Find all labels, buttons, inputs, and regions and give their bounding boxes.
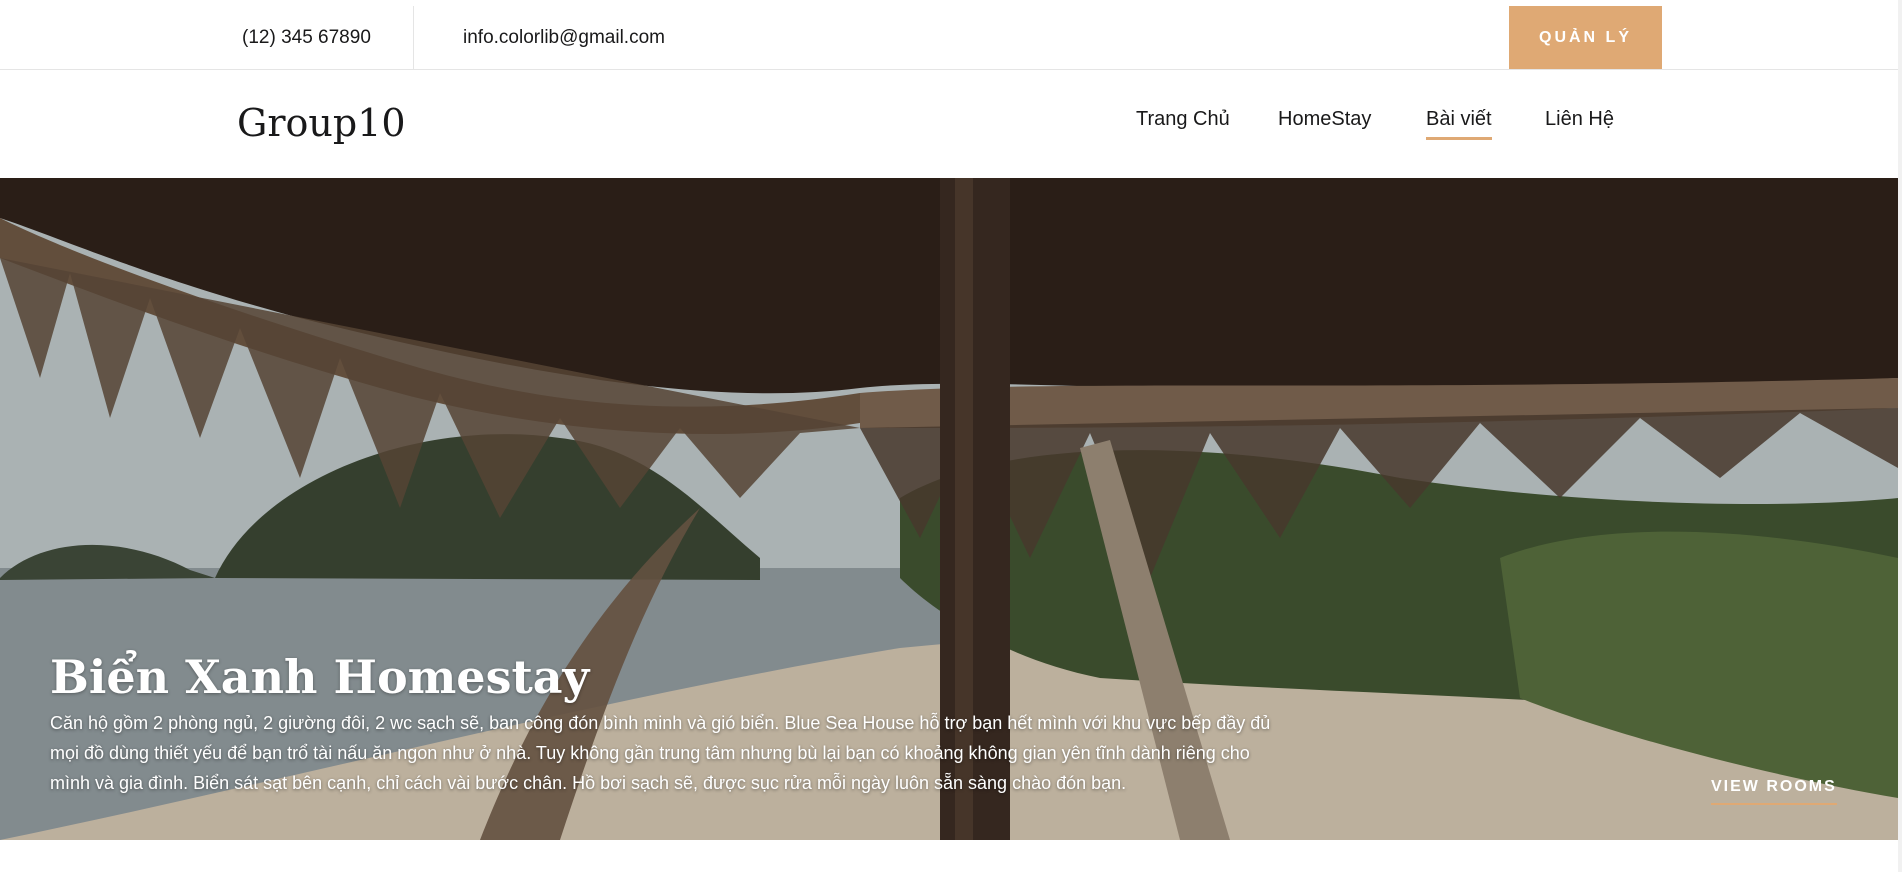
site-logo[interactable]: Group10: [237, 101, 406, 145]
nav-item-homestay[interactable]: HomeStay: [1278, 108, 1371, 137]
phone-number: (12) 345 67890: [242, 27, 371, 48]
top-divider: [413, 6, 414, 69]
manage-button[interactable]: QUẢN LÝ: [1509, 6, 1662, 69]
nav-item-posts[interactable]: Bài viết: [1426, 108, 1492, 140]
hero-banner: Biển Xanh Homestay Căn hộ gồm 2 phòng ng…: [0, 178, 1898, 840]
page-scrollbar[interactable]: [1898, 0, 1902, 872]
nav-item-contact[interactable]: Liên Hệ: [1545, 108, 1614, 137]
email-address[interactable]: info.colorlib@gmail.com: [463, 27, 665, 49]
hero-description: Căn hộ gồm 2 phòng ngủ, 2 giường đôi, 2 …: [50, 713, 1271, 793]
main-nav: Group10 Trang Chủ HomeStay Bài viết Liên…: [0, 70, 1902, 178]
top-bar: (12) 345 67890 info.colorlib@gmail.com Q…: [0, 0, 1902, 70]
hero-title: Biển Xanh Homestay: [50, 650, 590, 704]
nav-item-home[interactable]: Trang Chủ: [1136, 108, 1230, 137]
view-rooms-link[interactable]: VIEW ROOMS: [1711, 778, 1837, 805]
